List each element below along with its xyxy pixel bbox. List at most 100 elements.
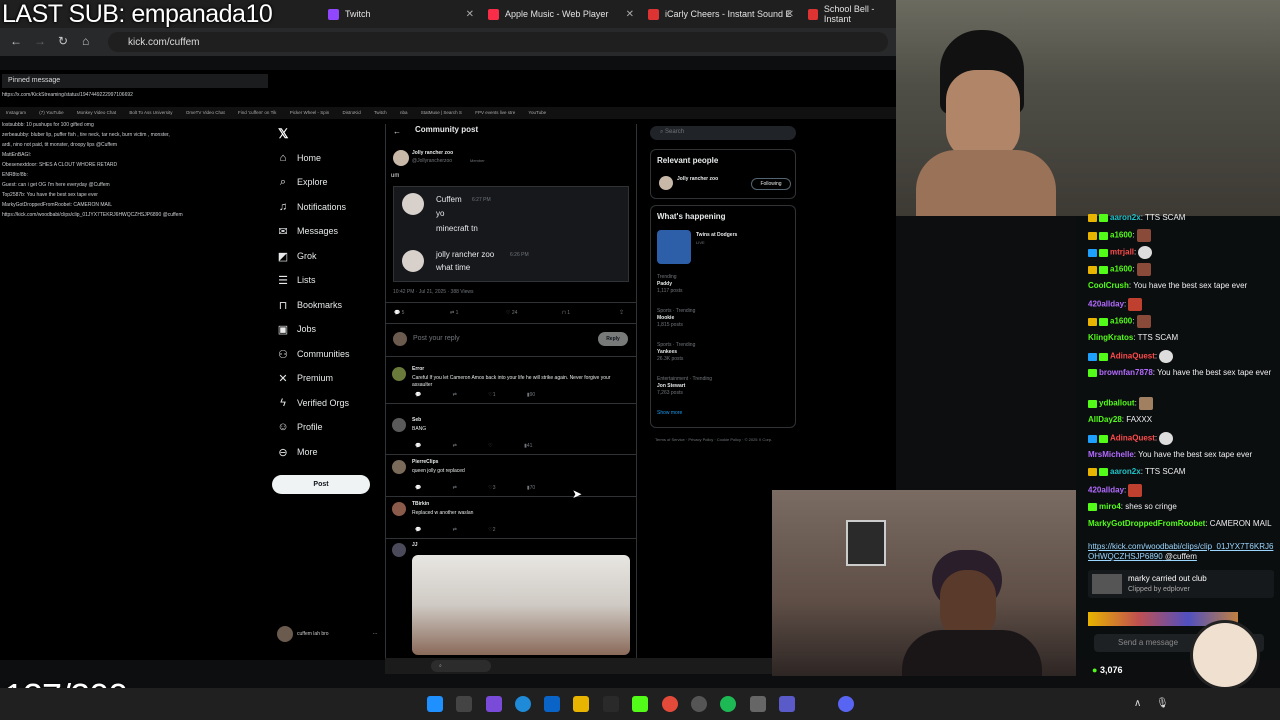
url-field[interactable]: kick.com/cuffem xyxy=(108,32,888,52)
chat-message[interactable]: AdinaQuest: xyxy=(1088,350,1274,363)
reply-button[interactable]: Reply xyxy=(598,332,628,346)
nav-premium[interactable]: ✕ Premium xyxy=(277,368,333,388)
chrome-icon[interactable] xyxy=(662,696,678,712)
store-icon[interactable] xyxy=(603,696,619,712)
tray-chevron-icon[interactable]: ∧ xyxy=(1134,698,1141,709)
nav-verified-orgs[interactable]: ϟ Verified Orgs xyxy=(277,393,349,413)
chat-message[interactable]: a1600: xyxy=(1088,263,1274,276)
bookmark[interactable]: DistroKid xyxy=(342,110,360,115)
bookmark[interactable]: OmeTV Video Chat xyxy=(186,110,225,115)
nav-explore[interactable]: ⌕ Explore xyxy=(277,172,328,192)
reply-media[interactable] xyxy=(412,555,630,655)
trend-item[interactable]: Entertainment · Trending Jon Stewart 7,263… xyxy=(651,376,791,410)
bookmark[interactable]: Bolt To Ass University xyxy=(129,110,172,115)
close-icon[interactable]: ✕ xyxy=(466,9,474,20)
chat-message[interactable]: a1600: xyxy=(1088,229,1274,242)
tab-twitch[interactable]: Twitch ✕ xyxy=(322,4,478,24)
tab-school-bell[interactable]: School Bell - Instant xyxy=(802,4,896,24)
following-button[interactable]: Following xyxy=(751,178,791,190)
bookmark[interactable]: StatMuse | Search S xyxy=(421,110,462,115)
reply-item[interactable]: Seb BANG 💬 ⇄ ♡ ▮41 xyxy=(385,413,637,455)
microphone-icon[interactable]: 🎙 xyxy=(1156,698,1169,709)
nav-communities[interactable]: ⚇ Communities xyxy=(277,344,349,364)
search-input[interactable]: ⌕ Search xyxy=(650,126,796,140)
bookmark[interactable]: Twitch xyxy=(374,110,387,115)
nav-notifications[interactable]: ♫ Notifications xyxy=(277,197,346,217)
bookmark[interactable]: YouTube xyxy=(528,110,546,115)
reply-item[interactable]: Error Careful If you let Cameron Amos ba… xyxy=(385,362,637,404)
reply-item[interactable]: JJ xyxy=(385,538,637,658)
trend-item[interactable]: Trending Paddy 1,117 posts xyxy=(651,274,791,308)
reply-item[interactable]: PierreClips queen jolly got replaced 💬 ⇄… xyxy=(385,455,637,497)
taskbar-search[interactable]: ⌕ xyxy=(431,660,491,672)
file-explorer-icon[interactable] xyxy=(573,696,589,712)
chat-message[interactable]: aaron2x: TTS SCAM xyxy=(1088,213,1274,223)
trend-item[interactable]: Sports · Trending Mookie 1,815 posts xyxy=(651,308,791,342)
discord-icon[interactable] xyxy=(838,696,854,712)
bookmark[interactable]: (7) YouTube xyxy=(39,110,63,115)
chat-message[interactable]: 420allday: xyxy=(1088,484,1274,497)
app-icon[interactable] xyxy=(750,696,766,712)
home-icon[interactable]: ⌂ xyxy=(82,34,89,48)
task-view-icon[interactable] xyxy=(456,696,472,712)
bookmark[interactable]: Monkey Video Chat xyxy=(77,110,116,115)
share-icon[interactable]: ⇪ xyxy=(619,309,624,316)
nav-bookmarks[interactable]: ⊓ Bookmarks xyxy=(277,295,342,315)
windows-start-icon[interactable] xyxy=(427,696,443,712)
chat-message[interactable]: 420allday: xyxy=(1088,298,1274,311)
chat-message[interactable]: CoolCrush: You have the best sex tape ev… xyxy=(1088,281,1274,291)
reply-item[interactable]: TBirkin Replaced w another waslan 💬 ⇄ ♡2 xyxy=(385,497,637,539)
nav-grok[interactable]: ◩ Grok xyxy=(277,246,317,266)
trend-item[interactable]: Sports · Trending Yankees 26.3K posts xyxy=(651,342,791,376)
chat-message[interactable]: a1600: xyxy=(1088,315,1274,328)
chat-message[interactable]: MarkyGotDroppedFromRoobet: CAMERON MAIL xyxy=(1088,519,1274,529)
back-arrow-icon[interactable]: ← xyxy=(393,127,401,136)
chat-message[interactable]: mtrjall: xyxy=(1088,246,1274,259)
show-more-link[interactable]: Show more xyxy=(651,410,791,417)
bookmark[interactable]: Picker Wheel - Spin xyxy=(290,110,330,115)
edge-icon[interactable] xyxy=(515,696,531,712)
bookmark[interactable]: Instagram xyxy=(6,110,26,115)
close-icon[interactable]: ✕ xyxy=(786,9,794,20)
nav-jobs[interactable]: ▣ Jobs xyxy=(277,319,316,339)
reload-icon[interactable]: ↻ xyxy=(58,34,68,48)
kick-icon[interactable] xyxy=(632,696,648,712)
nav-more[interactable]: ⊖ More xyxy=(277,442,317,462)
chat-message[interactable]: aaron2x: TTS SCAM xyxy=(1088,467,1274,477)
x-logo-icon[interactable]: 𝕏 xyxy=(278,126,288,142)
nav-messages[interactable]: ✉ Messages xyxy=(277,221,338,241)
like-count[interactable]: ♡ 24 xyxy=(506,310,517,316)
back-icon[interactable]: ← xyxy=(10,34,22,48)
chat-message[interactable]: brownfan7878: You have the best sex tape… xyxy=(1088,368,1274,378)
nav-profile[interactable]: ☺ Profile xyxy=(277,417,322,437)
chat-message[interactable]: MrsMichelle: You have the best sex tape … xyxy=(1088,450,1274,460)
spotify-icon[interactable] xyxy=(720,696,736,712)
repost-count[interactable]: ⇄ 1 xyxy=(450,310,458,316)
chat-message[interactable]: KlingKratos: TTS SCAM xyxy=(1088,333,1274,343)
chat-message[interactable]: miro4: shes so cringe xyxy=(1088,502,1274,512)
author-name[interactable]: Jolly rancher zoo xyxy=(412,150,453,156)
teams-icon[interactable] xyxy=(779,696,795,712)
copilot-icon[interactable] xyxy=(486,696,502,712)
bookmark[interactable]: FPV events live stre xyxy=(475,110,515,115)
footer-links[interactable]: Terms of Service · Privacy Policy · Cook… xyxy=(655,436,795,443)
outlook-icon[interactable] xyxy=(544,696,560,712)
account-switcher[interactable]: cuffem lah bro ··· xyxy=(277,626,378,642)
tab-apple-music[interactable]: Apple Music - Web Player ✕ xyxy=(482,4,638,24)
obs-icon[interactable] xyxy=(691,696,707,712)
chat-message[interactable]: ydballout: xyxy=(1088,397,1274,410)
bookmark[interactable]: Find 'cuffem' on Tik xyxy=(238,110,276,115)
post-button[interactable]: Post xyxy=(272,475,370,494)
clip-card[interactable]: marky carried out club Clipped by edplov… xyxy=(1088,570,1274,598)
bookmark-count[interactable]: ⊓ 1 xyxy=(562,310,570,316)
chat-link[interactable]: https://kick.com/woodbabi/clips/clip_01J… xyxy=(1088,542,1274,562)
chat-message[interactable]: AllDay28: FAXXX xyxy=(1088,415,1274,425)
chat-message[interactable]: AdinaQuest: xyxy=(1088,432,1274,445)
bookmark[interactable]: nba xyxy=(400,110,408,115)
reply-input[interactable]: Post your reply xyxy=(413,335,460,342)
close-icon[interactable]: ✕ xyxy=(626,9,634,20)
reply-count[interactable]: 💬 5 xyxy=(394,310,404,316)
tab-icarly[interactable]: iCarly Cheers - Instant Sound E ✕ xyxy=(642,4,798,24)
forward-icon[interactable]: → xyxy=(34,34,46,48)
nav-lists[interactable]: ☰ Lists xyxy=(277,270,315,290)
